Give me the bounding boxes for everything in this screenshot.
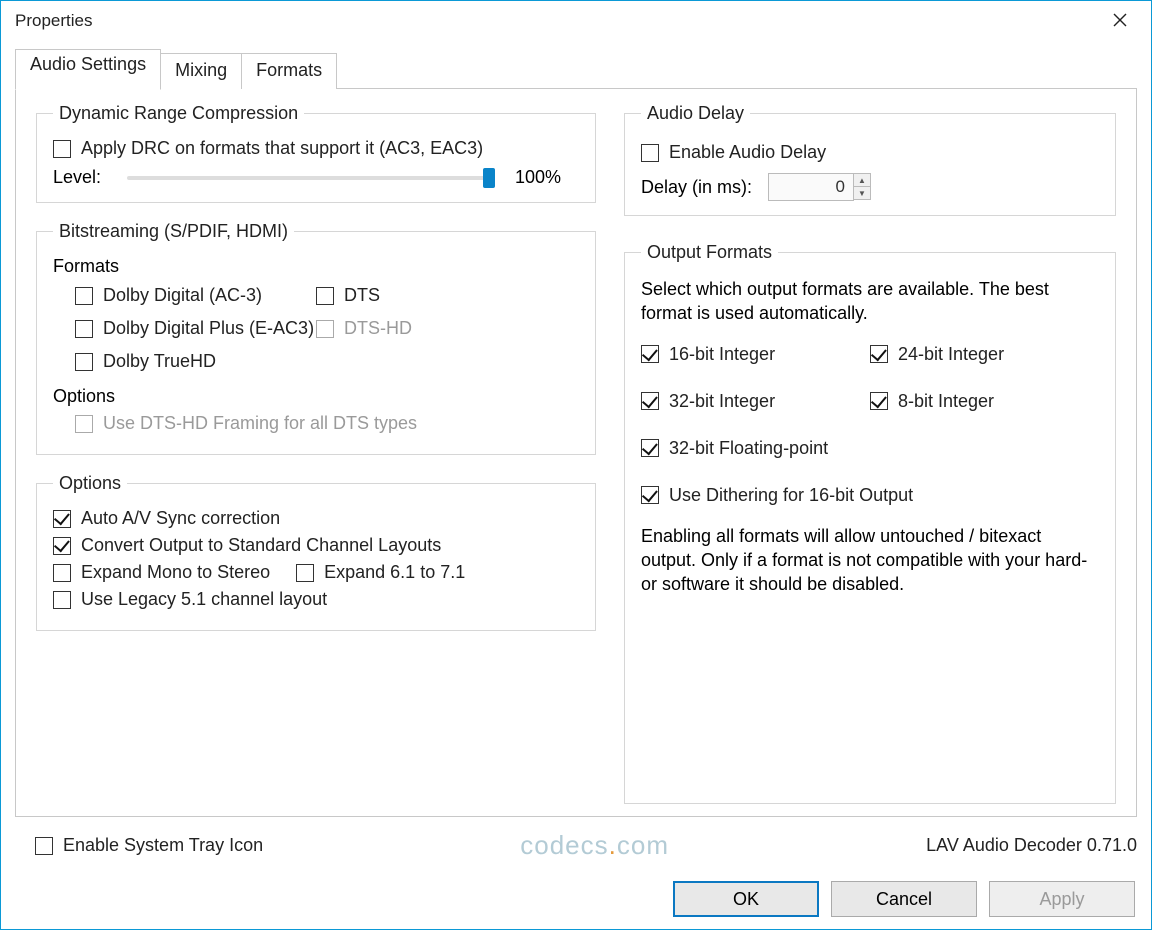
label-dts: DTS — [344, 285, 380, 306]
checkbox-auto-av[interactable] — [53, 510, 71, 528]
checkbox-fp32[interactable] — [641, 439, 659, 457]
group-output-formats: Output Formats Select which output forma… — [624, 242, 1116, 804]
watermark: codecs.com — [520, 830, 669, 861]
group-drc: Dynamic Range Compression Apply DRC on f… — [36, 103, 596, 203]
spinner-down-icon[interactable]: ▼ — [853, 186, 871, 200]
checkbox-int16[interactable] — [641, 345, 659, 363]
apply-button: Apply — [989, 881, 1135, 917]
group-audio-delay-legend: Audio Delay — [641, 103, 750, 124]
checkbox-int8[interactable] — [870, 392, 888, 410]
ok-button[interactable]: OK — [673, 881, 819, 917]
label-expand-mono: Expand Mono to Stereo — [81, 562, 270, 583]
checkbox-int24[interactable] — [870, 345, 888, 363]
checkbox-drc-apply[interactable] — [53, 140, 71, 158]
label-dts-hd: DTS-HD — [344, 318, 412, 339]
label-int24: 24-bit Integer — [898, 344, 1004, 365]
checkbox-tray-icon[interactable] — [35, 837, 53, 855]
titlebar: Properties — [1, 1, 1151, 41]
label-dither: Use Dithering for 16-bit Output — [669, 485, 913, 506]
input-delay-ms[interactable] — [768, 173, 854, 201]
group-bitstreaming: Bitstreaming (S/PDIF, HDMI) Formats Dolb… — [36, 221, 596, 455]
label-dolby-eac3: Dolby Digital Plus (E-AC3) — [103, 318, 314, 339]
checkbox-expand-mono[interactable] — [53, 564, 71, 582]
checkbox-dolby-ac3[interactable] — [75, 287, 93, 305]
properties-window: Properties Audio Settings Mixing Formats… — [0, 0, 1152, 930]
tab-mixing[interactable]: Mixing — [160, 53, 242, 89]
label-bitstream-formats: Formats — [53, 256, 579, 277]
cancel-button[interactable]: Cancel — [831, 881, 977, 917]
checkbox-dither[interactable] — [641, 486, 659, 504]
label-tray-icon: Enable System Tray Icon — [63, 835, 263, 856]
label-drc-apply: Apply DRC on formats that support it (AC… — [81, 138, 483, 159]
label-dolby-truehd: Dolby TrueHD — [103, 351, 216, 372]
label-delay-ms: Delay (in ms): — [641, 177, 752, 198]
group-output-formats-legend: Output Formats — [641, 242, 778, 263]
group-options-legend: Options — [53, 473, 127, 494]
tab-audio-settings[interactable]: Audio Settings — [15, 49, 161, 90]
label-convert-std: Convert Output to Standard Channel Layou… — [81, 535, 441, 556]
window-title: Properties — [15, 11, 92, 31]
label-int16: 16-bit Integer — [669, 344, 775, 365]
checkbox-expand-61[interactable] — [296, 564, 314, 582]
label-drc-level: Level: — [53, 167, 113, 188]
dialog-buttons: OK Cancel Apply — [1, 871, 1151, 929]
value-drc-level: 100% — [509, 167, 579, 188]
checkbox-int32[interactable] — [641, 392, 659, 410]
group-options: Options Auto A/V Sync correction Convert… — [36, 473, 596, 631]
tab-panel: Dynamic Range Compression Apply DRC on f… — [15, 88, 1137, 817]
label-auto-av: Auto A/V Sync correction — [81, 508, 280, 529]
checkbox-dolby-truehd[interactable] — [75, 353, 93, 371]
version-label: LAV Audio Decoder 0.71.0 — [926, 835, 1137, 856]
slider-thumb[interactable] — [483, 168, 495, 188]
group-audio-delay: Audio Delay Enable Audio Delay Delay (in… — [624, 103, 1116, 216]
label-enable-delay: Enable Audio Delay — [669, 142, 826, 163]
text-output-note: Enabling all formats will allow untouche… — [641, 524, 1099, 597]
label-fp32: 32-bit Floating-point — [669, 438, 828, 459]
close-icon[interactable] — [1105, 7, 1135, 36]
checkbox-dolby-eac3[interactable] — [75, 320, 93, 338]
label-dts-hd-framing: Use DTS-HD Framing for all DTS types — [103, 413, 417, 434]
spinner-up-icon[interactable]: ▲ — [853, 173, 871, 187]
label-int8: 8-bit Integer — [898, 391, 994, 412]
text-output-desc: Select which output formats are availabl… — [641, 277, 1099, 326]
checkbox-dts-hd — [316, 320, 334, 338]
label-expand-61: Expand 6.1 to 7.1 — [324, 562, 465, 583]
tab-formats[interactable]: Formats — [241, 53, 337, 89]
checkbox-convert-std[interactable] — [53, 537, 71, 555]
checkbox-dts-hd-framing — [75, 415, 93, 433]
label-bitstream-options: Options — [53, 386, 579, 407]
group-drc-legend: Dynamic Range Compression — [53, 103, 304, 124]
slider-drc-level[interactable] — [127, 176, 495, 180]
label-legacy-51: Use Legacy 5.1 channel layout — [81, 589, 327, 610]
tab-strip: Audio Settings Mixing Formats — [15, 49, 1137, 89]
label-int32: 32-bit Integer — [669, 391, 775, 412]
label-dolby-ac3: Dolby Digital (AC-3) — [103, 285, 262, 306]
group-bitstreaming-legend: Bitstreaming (S/PDIF, HDMI) — [53, 221, 294, 242]
checkbox-legacy-51[interactable] — [53, 591, 71, 609]
checkbox-dts[interactable] — [316, 287, 334, 305]
checkbox-enable-delay[interactable] — [641, 144, 659, 162]
